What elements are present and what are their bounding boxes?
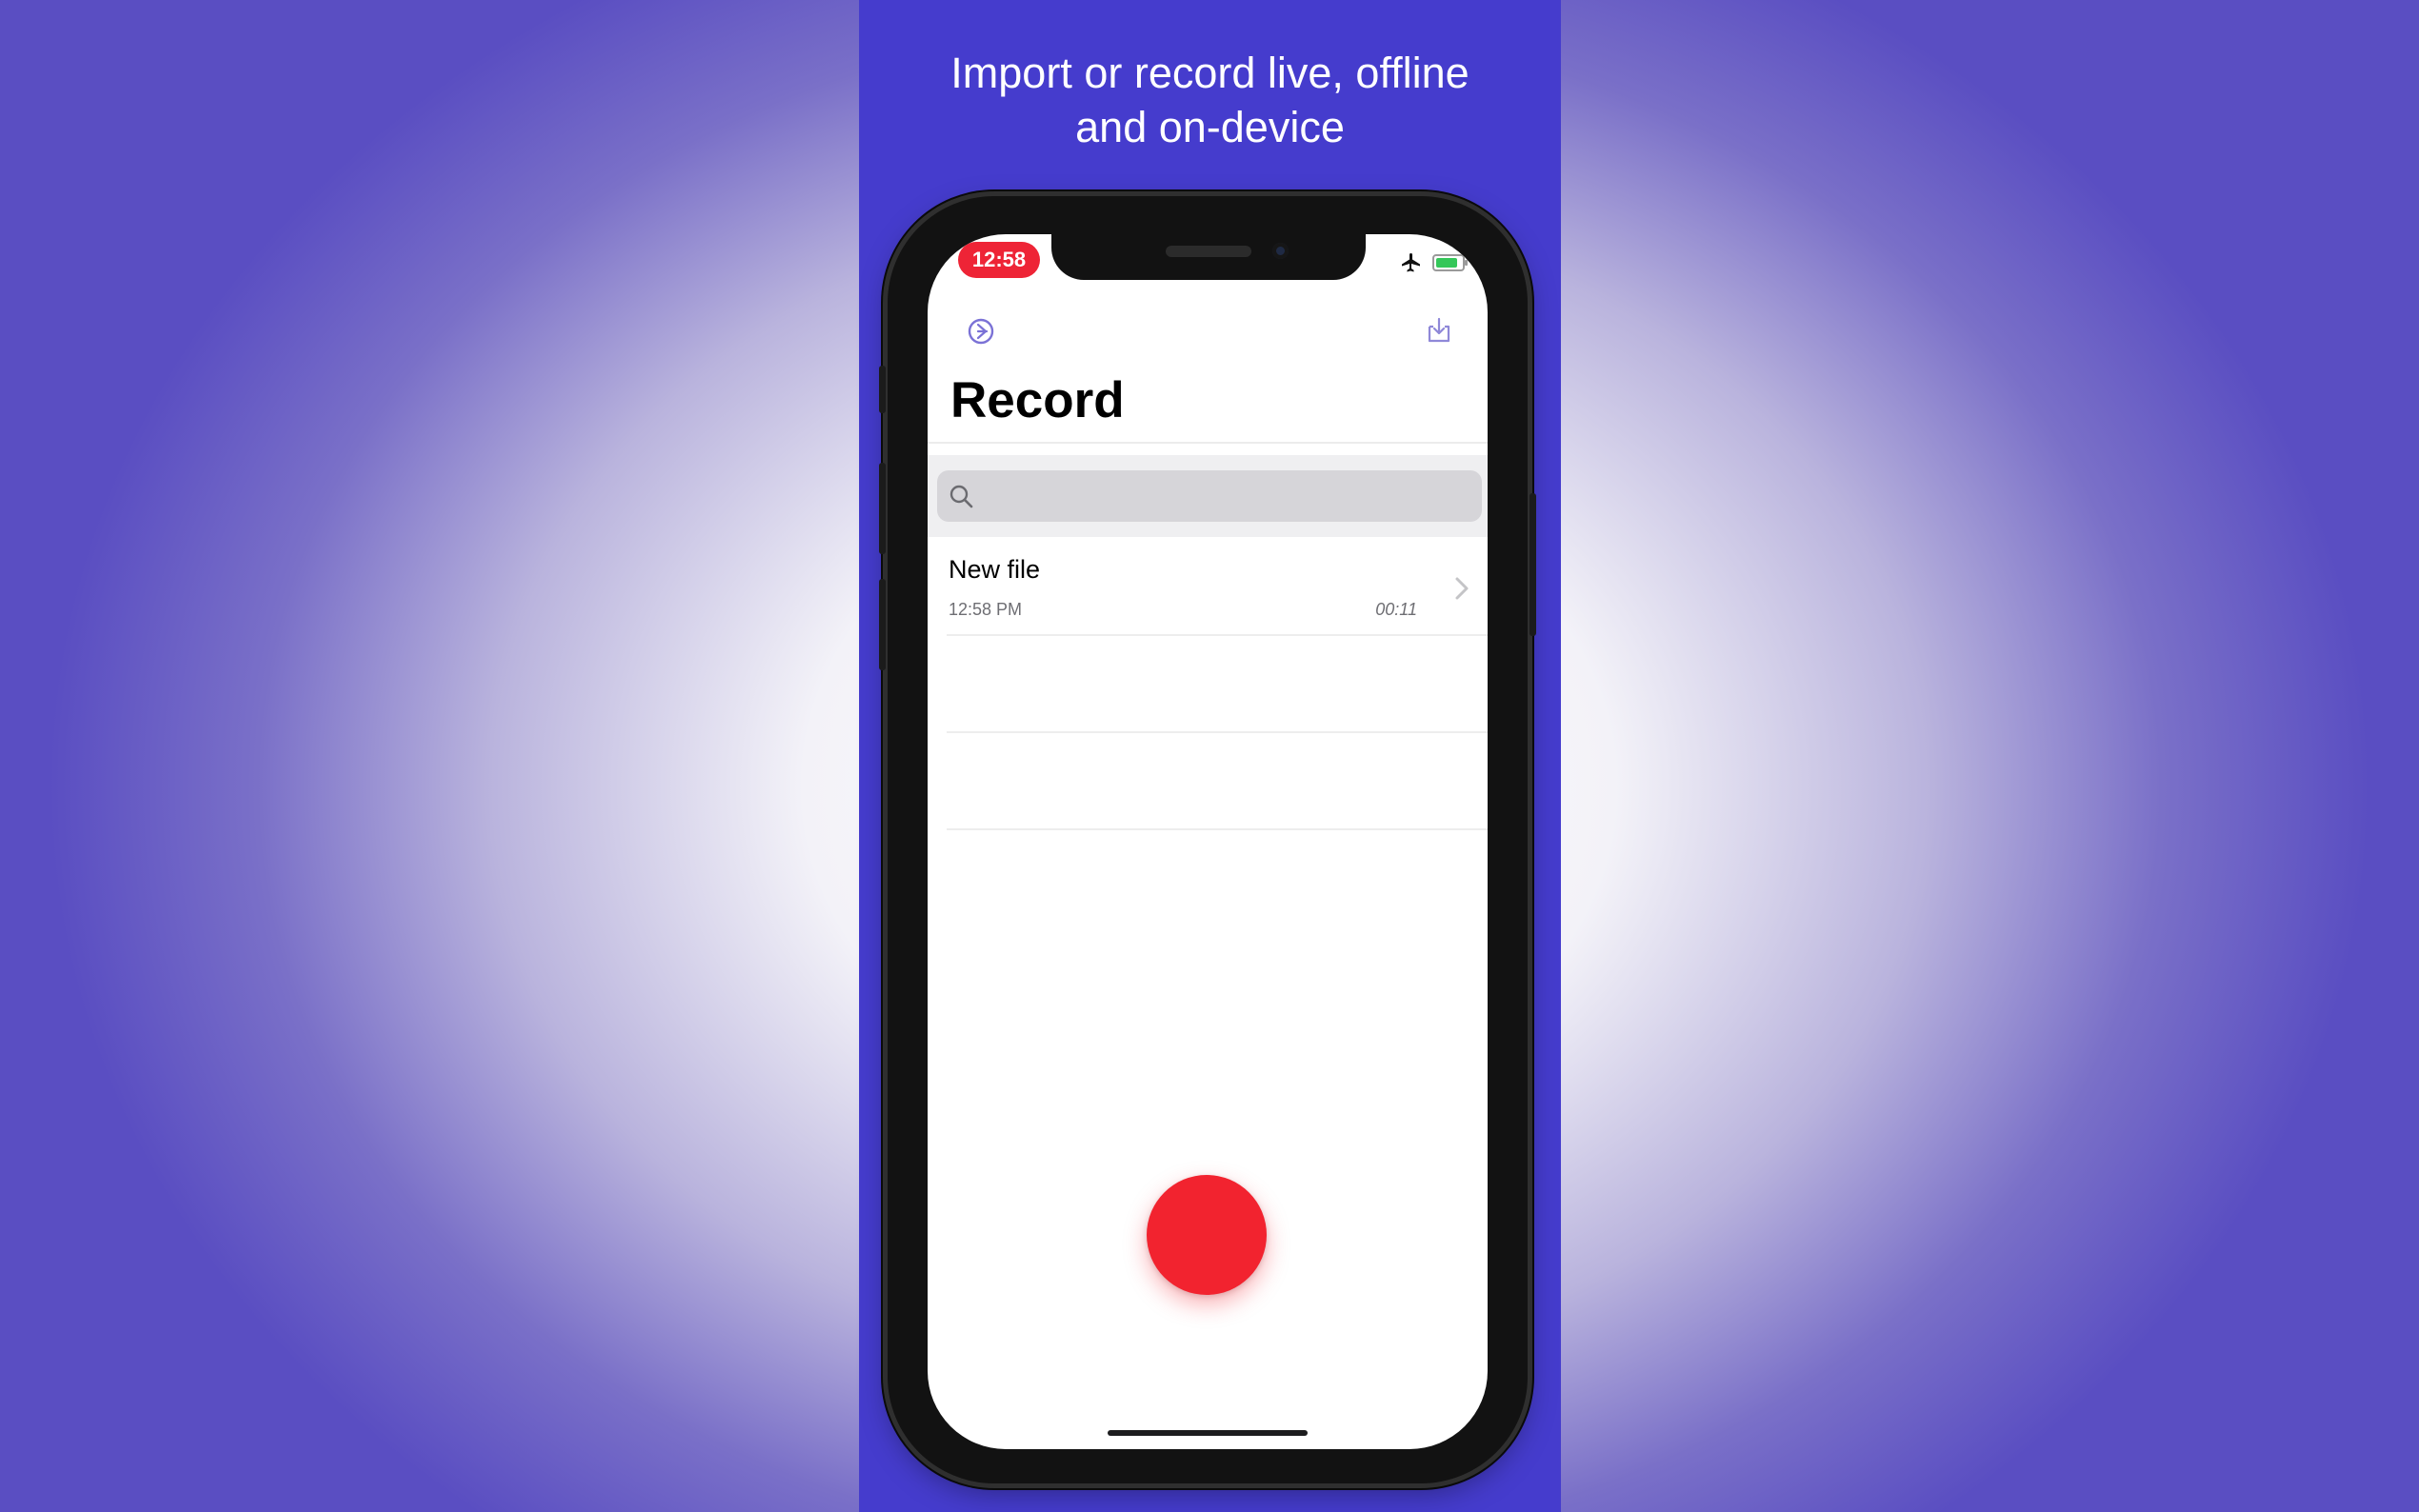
battery-charging-icon	[1432, 254, 1468, 271]
airplane-icon	[1402, 253, 1420, 272]
status-time: 12:58	[958, 242, 1040, 278]
headline-line-2: and on-device	[1075, 103, 1345, 151]
chevron-right-icon	[1455, 577, 1469, 600]
search-input[interactable]	[937, 470, 1482, 522]
search-icon	[950, 485, 973, 508]
phone-screen: 12:58 Record New file 12:58 PM 00:11	[928, 234, 1488, 1449]
nav-divider	[928, 442, 1488, 444]
recording-title: New file	[949, 555, 1041, 584]
list-item[interactable]: New file 12:58 PM 00:11	[928, 541, 1488, 636]
headline-line-1: Import or record live, offline	[950, 49, 1469, 97]
silent-switch	[879, 366, 886, 413]
recording-date: 12:58 PM	[949, 600, 1023, 619]
home-indicator	[1108, 1430, 1308, 1436]
notch	[1051, 234, 1366, 280]
speaker-grille	[1166, 246, 1251, 257]
status-icons	[1400, 251, 1468, 274]
row-separator	[947, 828, 1488, 830]
page-title: Record	[950, 372, 1125, 428]
import-tray-icon[interactable]	[1423, 314, 1455, 347]
row-separator	[947, 731, 1488, 733]
volume-up-button	[879, 463, 886, 554]
promo-headline: Import or record live, offline and on-de…	[859, 46, 1561, 154]
record-button[interactable]	[1147, 1175, 1267, 1295]
front-camera	[1272, 243, 1289, 259]
settings-compass-icon[interactable]	[966, 316, 996, 347]
volume-down-button	[879, 579, 886, 670]
side-button	[1529, 493, 1536, 636]
row-separator	[947, 634, 1488, 636]
recording-duration: 00:11	[1375, 600, 1417, 619]
